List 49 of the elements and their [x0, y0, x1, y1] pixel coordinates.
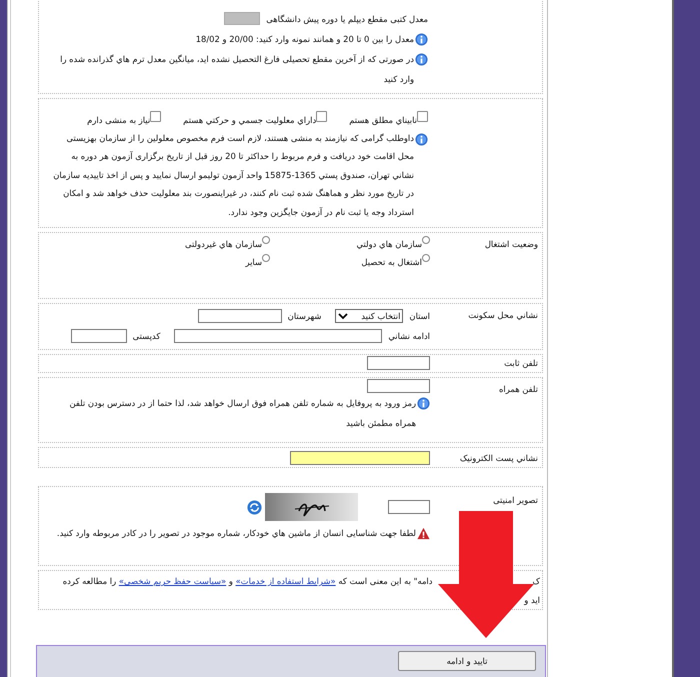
radio-button[interactable]: [422, 236, 430, 244]
radio-button[interactable]: [262, 236, 270, 244]
radio-button[interactable]: [262, 254, 270, 262]
landline-input[interactable]: [367, 356, 430, 370]
captcha-input[interactable]: [388, 500, 430, 514]
checkbox-label: نیاز به منشی دارم: [87, 114, 150, 125]
info-icon: [415, 52, 428, 66]
postal-code-label: کدپستی: [132, 331, 160, 341]
warning-text: لطفا جهت شناسایی انسان از ماشین هاي خودکار، شماره موجود در تصویر را در کادر مربوطه وارد کنید.: [56, 527, 416, 540]
field-label: تلفن همراه: [499, 384, 538, 394]
field-label: تصویر امنیتی: [493, 495, 538, 505]
field-label: تلفن ثابت: [504, 358, 538, 368]
checkbox-label: داراي معلوليت جسمي و حرکتي هستم: [183, 114, 316, 125]
terms-link[interactable]: «شرایط استفاده از خدمات»: [236, 576, 336, 586]
radio-label: سازمان هاي غیردولتی: [184, 239, 262, 249]
field-label: نشاني پست الکترونیک: [460, 453, 538, 463]
mobile-input[interactable]: [367, 379, 430, 393]
gpa-label: معدل کتبی مقطع دیپلم یا دوره پیش دانشگاهی: [266, 14, 428, 24]
radio-label: سازمان هاي دولتي: [356, 239, 422, 249]
warning-icon: [417, 527, 430, 540]
refresh-icon[interactable]: [247, 500, 262, 514]
radio-button[interactable]: [422, 254, 430, 262]
email-input[interactable]: [290, 451, 430, 465]
radio-label: اشتغال به تحصیل: [361, 257, 422, 267]
province-select[interactable]: انتخاب کنید: [335, 309, 404, 323]
city-input[interactable]: [198, 309, 282, 323]
terms-text: ک دامه" به این معنی است که «شرایط استفاده از خدمات» و «سیاست حفظ حریم شخصی» را مطالعه کرده اید و: [62, 575, 541, 607]
checkbox-label: نابيناي مطلق هستم: [349, 114, 417, 125]
caret-icon: [338, 312, 348, 320]
street-input[interactable]: [174, 329, 382, 343]
checkbox[interactable]: [316, 110, 328, 122]
postal-code-input[interactable]: [70, 329, 127, 343]
hint-text: معدل را بین 0 تا 20 و همانند نمونه وارد کنید: 20/00 و 18/02: [196, 32, 414, 46]
checkbox[interactable]: [417, 110, 428, 122]
street-label: ادامه نشاني: [388, 331, 430, 341]
province-label: استان: [409, 311, 430, 321]
info-icon: [417, 397, 430, 410]
privacy-link[interactable]: «سیاست حفظ حریم شخصی»: [118, 576, 226, 586]
radio-label: سایر: [245, 257, 262, 267]
field-label: وضعیت اشتغال: [484, 239, 538, 249]
info-icon: [415, 132, 428, 146]
field-label: نشاني محل سکونت: [468, 310, 538, 320]
checkbox[interactable]: [150, 110, 162, 122]
note-text: داوطلب گرامی که نیازمند به منشی هستند، لازم است فرم مخصوص معلولین را از سازمان بهزیستی محل اقامت خود دریافت و فرم مربوط را حداکثر تا 20 روز قبل از تاریخ برگزاری آزمون هر دوره به نشاني تهران، صندوق پستي 1365-15875 واحد آزمون توليمو ارسال نمایید و پس از اخذ تاییدیه سازمان در تاریخ مورد نظر و هماهنگ شده ثبت نام کنند، در غیراینصورت بند معلولیت حذف خواهد شد و امکان استرداد وجه یا ثبت نام در آزمون جایگزین وجود ندارد.: [52, 132, 414, 219]
confirm-button[interactable]: تایید و ادامه: [398, 651, 536, 671]
city-label: شهرستان: [288, 311, 322, 321]
hint-text: رمز ورود به پروفایل به شماره تلفن همراه فوق ارسال خواهد شد، لذا حتما از در دسترس بودن تلفن همراه مطمئن باشید: [68, 397, 416, 430]
hint-text: در صورتی که از آخرین مقطع تحصیلی فارغ التحصیل نشده اید، میانگین معدل ترم هاي گذرانده شده را وارد کنید: [59, 52, 414, 86]
info-icon: [415, 32, 428, 46]
